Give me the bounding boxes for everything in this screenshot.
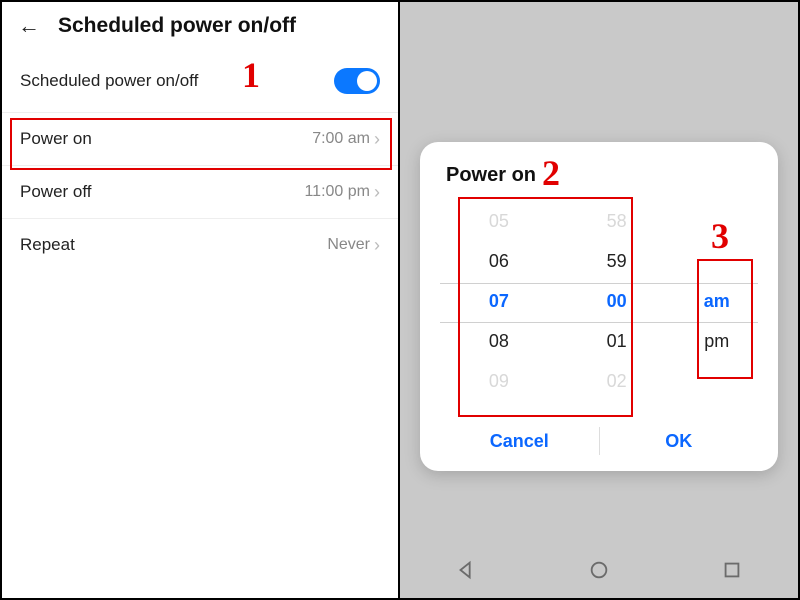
minute-opt[interactable]: 01	[558, 321, 676, 361]
dialog-title: Power on	[440, 164, 758, 187]
power-on-row[interactable]: Power on 7:00 am ›	[2, 112, 398, 166]
repeat-value: Never ›	[327, 236, 380, 254]
power-on-label: Power on	[20, 129, 92, 149]
annotation-callout-3: 3	[711, 215, 729, 257]
power-on-value: 7:00 am ›	[312, 130, 380, 148]
ampm-opt[interactable]: pm	[676, 321, 758, 361]
annotation-callout-2: 2	[542, 152, 560, 194]
nav-back-icon[interactable]	[455, 559, 477, 581]
hour-opt[interactable]: 06	[440, 241, 558, 281]
android-nav-bar	[400, 542, 798, 598]
minute-wheel[interactable]: 58 59 00 01 02	[558, 201, 676, 401]
nav-home-icon[interactable]	[588, 559, 610, 581]
annotation-callout-1: 1	[242, 54, 260, 96]
back-arrow-icon[interactable]: ←	[18, 15, 40, 37]
toggle-row: Scheduled power on/off	[2, 46, 398, 112]
power-off-row[interactable]: Power off 11:00 pm ›	[2, 166, 398, 219]
chevron-right-icon: ›	[374, 236, 380, 254]
minute-opt[interactable]: 02	[558, 361, 676, 401]
power-off-value: 11:00 pm ›	[304, 183, 380, 201]
toggle-label: Scheduled power on/off	[20, 71, 198, 91]
hour-wheel[interactable]: 05 06 07 08 09	[440, 201, 558, 401]
power-off-time: 11:00 pm	[304, 183, 370, 201]
hour-opt[interactable]: 08	[440, 321, 558, 361]
power-toggle[interactable]	[334, 68, 380, 94]
minute-opt[interactable]: 59	[558, 241, 676, 281]
minute-opt-selected[interactable]: 00	[558, 281, 676, 321]
cancel-button[interactable]: Cancel	[440, 411, 599, 471]
header: ← Scheduled power on/off	[2, 2, 398, 46]
dialog-buttons: Cancel OK	[440, 411, 758, 471]
hour-opt[interactable]: 05	[440, 201, 558, 241]
settings-screen: ← Scheduled power on/off Scheduled power…	[2, 2, 400, 598]
repeat-label: Repeat	[20, 235, 75, 255]
power-off-label: Power off	[20, 182, 92, 202]
ampm-opt-selected[interactable]: am	[676, 281, 758, 321]
time-picker-dialog: Power on 05 06 07 08 09 58 59 00 01 02	[420, 142, 778, 471]
hour-opt-selected[interactable]: 07	[440, 281, 558, 321]
minute-opt[interactable]: 58	[558, 201, 676, 241]
repeat-row[interactable]: Repeat Never ›	[2, 219, 398, 271]
repeat-text: Never	[327, 236, 370, 254]
power-on-time: 7:00 am	[312, 130, 370, 148]
dialog-screen: Power on 05 06 07 08 09 58 59 00 01 02	[400, 2, 798, 598]
hour-opt[interactable]: 09	[440, 361, 558, 401]
page-title: Scheduled power on/off	[58, 14, 296, 38]
nav-recent-icon[interactable]	[721, 559, 743, 581]
ok-button[interactable]: OK	[600, 411, 759, 471]
chevron-right-icon: ›	[374, 183, 380, 201]
chevron-right-icon: ›	[374, 130, 380, 148]
